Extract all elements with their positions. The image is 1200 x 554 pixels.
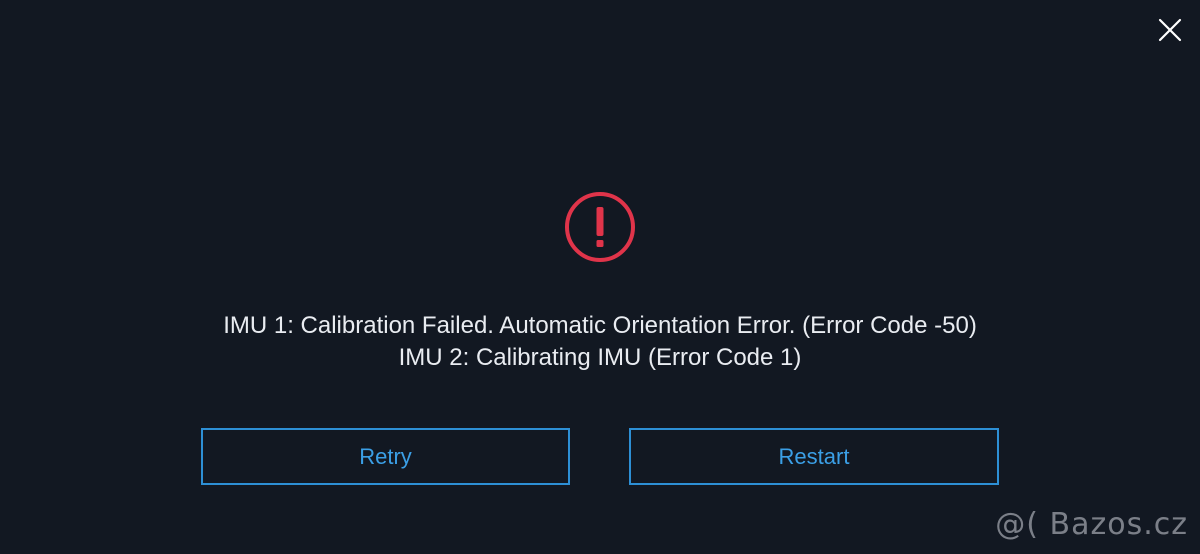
error-message: IMU 1: Calibration Failed. Automatic Ori… bbox=[0, 310, 1200, 374]
close-button[interactable] bbox=[1152, 12, 1188, 48]
restart-button[interactable]: Restart bbox=[629, 428, 999, 485]
exclamation-circle-icon bbox=[563, 190, 637, 264]
imu1-error-text: IMU 1: Calibration Failed. Automatic Ori… bbox=[223, 312, 977, 339]
retry-button[interactable]: Retry bbox=[201, 428, 570, 485]
close-icon bbox=[1158, 18, 1182, 42]
calibration-error-screen: IMU 1: Calibration Failed. Automatic Ori… bbox=[0, 0, 1200, 554]
imu2-status-text: IMU 2: Calibrating IMU (Error Code 1) bbox=[398, 344, 802, 371]
watermark: @( Bazos.cz bbox=[995, 507, 1188, 542]
